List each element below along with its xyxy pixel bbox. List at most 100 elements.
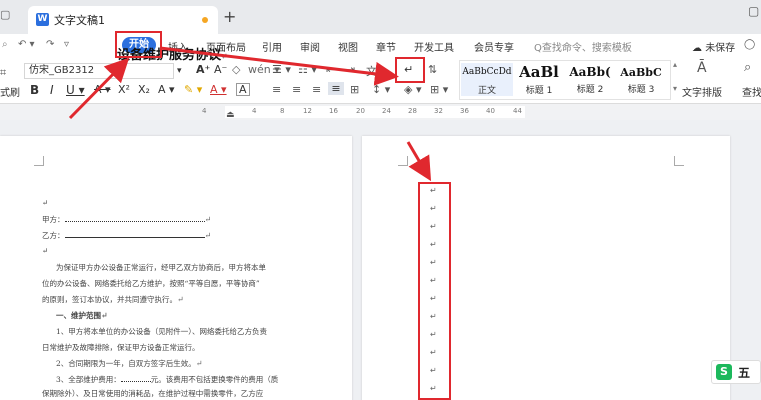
decrease-font-icon[interactable]: A⁻ [214, 63, 227, 76]
decrease-indent-icon[interactable]: ⇤ [326, 63, 335, 76]
party-a-line[interactable]: 甲方： ↵ [42, 214, 211, 225]
style-heading-1-caption: 标题 1 [525, 86, 553, 96]
menu-tab-developer[interactable]: 开发工具 [414, 39, 454, 54]
body-text-content: 元。该费用不包括更换零件的费用（质 [150, 375, 279, 384]
gallery-scroll-up-icon[interactable]: ▴ [673, 60, 677, 69]
increase-indent-icon[interactable]: ⇥ [346, 63, 355, 76]
ime-status-bar[interactable]: S 五 [711, 360, 761, 384]
unsaved-dot-icon [202, 17, 208, 23]
subscript-button[interactable]: X₂ [138, 83, 150, 96]
font-name-dropdown-icon[interactable]: ▾ [177, 63, 191, 79]
ruler-tick-label: 28 [408, 107, 417, 115]
annotation-box-paragraph-mark-button [395, 57, 425, 83]
body-text[interactable]: 为保证甲方办公设备正常运行，经甲乙双方协商后，甲方将本单 [56, 262, 266, 273]
page-corner-mark [398, 156, 408, 166]
ruler-tick-label: 16 [329, 107, 338, 115]
bold-button[interactable]: B [30, 83, 39, 97]
style-heading-3-caption: 标题 3 [627, 85, 655, 95]
format-painter-label[interactable]: 式刷 [0, 84, 20, 99]
style-heading-1[interactable]: AaBl 标题 1 [515, 63, 563, 96]
menu-tab-review[interactable]: 审阅 [300, 39, 320, 54]
style-heading-3[interactable]: AaBbC 标题 3 [616, 63, 666, 95]
section-heading[interactable]: 一、维护范围↵ [56, 310, 108, 321]
party-b-label: 乙方： [42, 231, 65, 240]
horizontal-ruler[interactable]: 4 4 8 12 16 20 24 28 32 36 40 44 ⏏ [0, 104, 761, 120]
superscript-button[interactable]: X² [118, 83, 130, 96]
undo-icon[interactable]: ↶ ▾ [18, 39, 35, 50]
find-label[interactable]: 查找 [742, 84, 761, 99]
char-border-button[interactable]: A [236, 83, 250, 96]
ruler-text-area [225, 106, 525, 118]
font-name-select[interactable]: 仿宋_GB2312 [24, 63, 174, 79]
justify-icon[interactable]: ≡ [328, 82, 344, 95]
bullet-list-icon[interactable]: ☰ ▾ [272, 63, 291, 76]
char-shading-button[interactable]: A ▾ [158, 83, 175, 96]
border-icon[interactable]: ⊞ ▾ [430, 83, 448, 96]
ime-mode-label[interactable]: 五 [738, 364, 750, 381]
ruler-tick-label: 8 [280, 107, 285, 115]
text-layout-label[interactable]: 文字排版 [682, 84, 722, 99]
party-b-line[interactable]: 乙方： ↵ [42, 230, 211, 241]
window-control-icon[interactable]: ▢ [748, 4, 759, 18]
paragraph-shading-icon[interactable]: ◈ ▾ [404, 83, 421, 96]
redo-icon[interactable]: ↷ [46, 39, 54, 50]
clear-format-icon[interactable]: ◇ [232, 63, 240, 76]
text-layout-icon[interactable]: Ā [697, 60, 707, 76]
increase-font-icon[interactable]: A⁺ [196, 63, 210, 76]
body-text[interactable]: 的原则，签订本协议，并共同遵守执行。↵ [42, 294, 184, 305]
underline-button[interactable]: U ▾ [66, 83, 85, 97]
align-left-icon[interactable]: ≡ [272, 83, 281, 96]
body-text[interactable]: 保期除外）、及日常使用的消耗品，在维护过程中需换零件，乙方应 [42, 388, 263, 399]
command-search-box[interactable]: Q查找命令、搜索模板 [534, 39, 632, 54]
page-corner-mark [674, 156, 684, 166]
body-text[interactable]: 1、甲方将本单位的办公设备（见附件一）、网络委托给乙方负责 [56, 326, 267, 337]
highlight-button[interactable]: ✎ ▾ [184, 83, 202, 96]
indent-marker-icon[interactable]: ⏏ [226, 110, 235, 120]
annotation-box-start-tab [115, 31, 162, 58]
find-replace-icon[interactable]: ⌕ [744, 60, 751, 75]
line-spacing-icon[interactable]: ↕ ▾ [372, 83, 390, 96]
section-heading-text: 一、维护范围 [56, 311, 101, 320]
body-text[interactable]: 2、合同期限为一年，自双方签字后生效。↵ [56, 358, 202, 369]
document-tab-title: 文字文稿1 [54, 14, 105, 27]
menu-tab-member[interactable]: 会员专享 [474, 39, 514, 54]
body-text[interactable]: 位的办公设备、网络委托给乙方维护，按照“平等自愿，平等协商” [42, 278, 260, 289]
menu-tab-view[interactable]: 视图 [338, 39, 358, 54]
body-text[interactable]: 3、全部维护费用： 元。该费用不包括更换零件的费用（质 [56, 374, 278, 385]
font-color-button[interactable]: A ▾ [210, 83, 227, 96]
party-a-blank[interactable] [64, 221, 205, 222]
style-heading-2-caption: 标题 2 [576, 85, 604, 95]
sort-icon[interactable]: ⇅ [428, 63, 437, 76]
numbered-list-icon[interactable]: ☷ ▾ [298, 63, 317, 76]
body-text[interactable]: 日常维护及故障排除，保证甲方设备正常运行。 [42, 342, 200, 353]
format-painter-icon[interactable]: ⌗ [0, 66, 6, 80]
align-right-icon[interactable]: ≡ [312, 83, 321, 96]
align-center-icon[interactable]: ≡ [292, 83, 301, 96]
collaborate-icon[interactable]: ◯ [744, 39, 755, 50]
ruler-tick-label: 20 [356, 107, 365, 115]
annotation-box-paragraph-marks [418, 182, 451, 400]
document-tab[interactable]: W 文字文稿1 [28, 6, 218, 34]
italic-button[interactable]: I [50, 83, 54, 97]
style-heading-2-preview: AaBb( [569, 65, 611, 79]
menu-tab-references[interactable]: 引用 [262, 39, 282, 54]
style-heading-2[interactable]: AaBb( 标题 2 [564, 63, 616, 95]
search-icon[interactable]: ⌕ [2, 39, 8, 50]
menu-tab-chapter[interactable]: 章节 [376, 39, 396, 54]
new-tab-button[interactable]: + [223, 7, 236, 26]
body-text-content: 3、全部维护费用： [56, 375, 121, 384]
fee-blank[interactable] [120, 381, 151, 382]
distributed-align-icon[interactable]: ⊞ [350, 83, 359, 96]
chinese-layout-icon[interactable]: 文 ▾ [366, 63, 386, 79]
style-normal-preview: AaBbCcDd [462, 67, 512, 77]
more-dropdown-icon[interactable]: ▿ [64, 39, 69, 50]
paragraph-mark: ↵ [42, 246, 49, 255]
style-normal[interactable]: AaBbCcDd 正文 [461, 63, 513, 96]
party-b-blank[interactable] [64, 237, 205, 238]
body-text-content: 2、合同期限为一年，自双方签字后生效。 [56, 359, 196, 368]
ruler-tick-label: 24 [382, 107, 391, 115]
cloud-save-status[interactable]: ☁ 未保存 [692, 39, 735, 54]
gallery-expand-icon[interactable]: ▾ [673, 84, 677, 93]
strikethrough-button[interactable]: A ▾ [94, 83, 111, 96]
style-heading-3-preview: AaBbC [620, 66, 662, 79]
